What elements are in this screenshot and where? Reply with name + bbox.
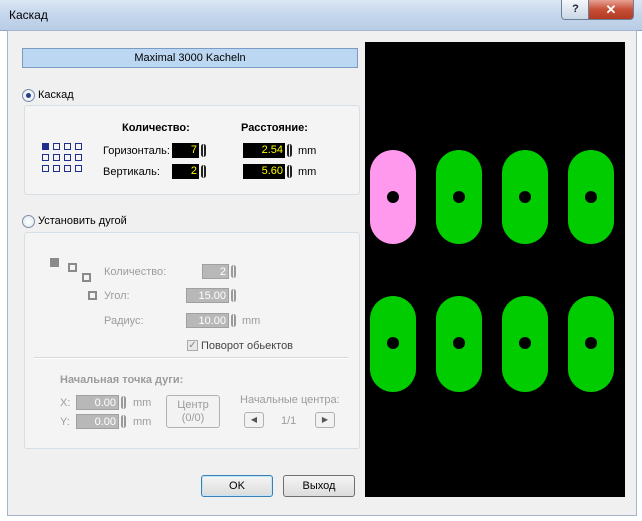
arc-radio[interactable] — [22, 215, 35, 228]
pad-hole — [453, 191, 465, 203]
pad-preview — [365, 42, 625, 497]
cascade-radio-label: Каскад — [38, 89, 74, 101]
distance-header: Расстояние: — [241, 122, 308, 134]
help-icon: ? — [572, 3, 579, 15]
pad-hole — [453, 337, 465, 349]
window-title: Каскад — [9, 8, 48, 22]
close-button[interactable]: ✕ — [588, 0, 634, 20]
start-centers-label: Начальные центра: — [240, 394, 340, 406]
vertical-distance-field[interactable]: 5.60 — [243, 164, 285, 179]
tile-limit-header: Maximal 3000 Kacheln — [22, 48, 358, 68]
arc-count-spinner[interactable] — [231, 265, 236, 278]
grid-icon — [42, 143, 92, 179]
help-button[interactable]: ? — [561, 0, 590, 20]
horizontal-distance-field[interactable]: 2.54 — [243, 143, 285, 158]
arc-count-label: Количество: — [104, 266, 167, 278]
ok-button[interactable]: OK — [201, 475, 273, 497]
arc-start-title: Начальная точка дуги: — [60, 374, 184, 386]
pad-hole — [387, 191, 399, 203]
arc-y-label: Y: — [60, 416, 70, 428]
arc-count-field[interactable]: 2 — [202, 264, 229, 279]
rotate-objects-checkbox[interactable]: ✓ — [187, 340, 198, 351]
center-button-line2: (0/0) — [181, 412, 205, 424]
arc-y-spinner[interactable] — [121, 415, 126, 428]
arc-y-unit: mm — [133, 416, 152, 428]
arc-y-field[interactable]: 0.00 — [76, 414, 119, 429]
pad-row-2 — [370, 296, 614, 392]
arc-icon — [50, 258, 100, 304]
rotate-objects-label: Поворот обьектов — [201, 340, 294, 352]
vertical-count-field[interactable]: 2 — [172, 164, 199, 179]
horizontal-count-field[interactable]: 7 — [172, 143, 199, 158]
arc-angle-field[interactable]: 15.00 — [186, 288, 229, 303]
horizontal-count-spinner[interactable] — [201, 144, 206, 157]
title-bar — [0, 0, 642, 31]
center-button[interactable]: Центр (0/0) — [166, 395, 220, 428]
vertical-label: Вертикаль: — [103, 166, 160, 178]
arc-divider — [34, 357, 348, 359]
vertical-unit: mm — [298, 166, 317, 178]
exit-button[interactable]: Выход — [283, 475, 355, 497]
vertical-distance-spinner[interactable] — [287, 165, 292, 178]
check-icon: ✓ — [188, 340, 197, 351]
pad-row-1 — [370, 150, 614, 244]
horizontal-unit: mm — [298, 145, 317, 157]
chevron-right-icon: ▶ — [321, 415, 329, 424]
pad-hole — [585, 337, 597, 349]
pad-hole — [387, 337, 399, 349]
arc-x-spinner[interactable] — [121, 396, 126, 409]
pad-hole — [585, 191, 597, 203]
arc-x-label: X: — [60, 397, 71, 409]
vertical-count-spinner[interactable] — [201, 165, 206, 178]
arc-angle-spinner[interactable] — [231, 289, 236, 302]
arc-radius-unit: mm — [242, 315, 261, 327]
center-page-indicator: 1/1 — [281, 415, 297, 427]
arc-angle-label: Угол: — [104, 290, 130, 302]
chevron-left-icon: ◀ — [250, 415, 258, 424]
arc-radius-spinner[interactable] — [231, 314, 236, 327]
pad-preview-canvas — [370, 150, 614, 392]
count-header: Количество: — [122, 122, 190, 134]
center-button-line1: Центр — [177, 399, 209, 411]
next-center-button[interactable]: ▶ — [315, 412, 335, 428]
cascade-radio[interactable] — [22, 89, 35, 102]
arc-radius-field[interactable]: 10.00 — [186, 313, 229, 328]
horizontal-label: Горизонталь: — [103, 145, 170, 157]
arc-radius-label: Радиус: — [104, 315, 144, 327]
close-icon: ✕ — [605, 2, 617, 17]
pad-hole — [519, 191, 531, 203]
prev-center-button[interactable]: ◀ — [244, 412, 264, 428]
arc-x-unit: mm — [133, 397, 152, 409]
pad-hole — [519, 337, 531, 349]
arc-x-field[interactable]: 0.00 — [76, 395, 119, 410]
horizontal-distance-spinner[interactable] — [287, 144, 292, 157]
arc-radio-label: Установить дугой — [38, 215, 127, 227]
